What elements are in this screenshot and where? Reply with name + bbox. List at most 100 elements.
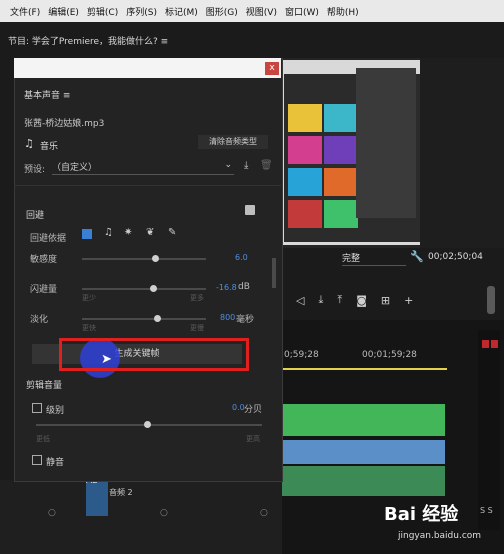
add-icon[interactable]: + bbox=[404, 294, 413, 307]
fades-knob[interactable] bbox=[154, 315, 161, 322]
fit-dropdown[interactable]: 完整 bbox=[342, 251, 406, 266]
menu-view[interactable]: 视图(V) bbox=[246, 5, 277, 18]
sensitivity-value[interactable]: 6.0 bbox=[235, 253, 248, 262]
chevron-down-icon: ⌄ bbox=[224, 160, 232, 170]
fades-unit: 毫秒 bbox=[236, 315, 255, 325]
sensitivity-label: 敏感度 bbox=[30, 255, 58, 265]
preset-value: （自定义） bbox=[52, 163, 98, 173]
image-tile bbox=[288, 104, 322, 132]
image-tile bbox=[324, 200, 358, 228]
audio-type-label: 音乐 bbox=[40, 142, 59, 152]
image-tile bbox=[288, 168, 322, 196]
save-preset-icon[interactable]: ⤓ bbox=[244, 160, 248, 171]
zoom-handle-icon[interactable]: ○ bbox=[160, 508, 168, 518]
sensitivity-slider[interactable] bbox=[82, 258, 206, 260]
preset-label: 预设: bbox=[24, 165, 46, 175]
image-tile bbox=[324, 136, 358, 164]
panel-header[interactable]: 基本声音 ≡ bbox=[24, 88, 70, 101]
reduction-slider[interactable] bbox=[82, 288, 206, 290]
mouse-cursor-icon: ➤ bbox=[101, 352, 112, 367]
menu-bar: 文件(F) 编辑(E) 剪辑(C) 序列(S) 标记(M) 图形(G) 视图(V… bbox=[0, 0, 504, 22]
fades-slider[interactable] bbox=[82, 318, 206, 320]
mute-checkbox[interactable] bbox=[32, 455, 42, 465]
track-a2-name: 音频 2 bbox=[109, 488, 133, 497]
baidu-logo: Bai 经验 bbox=[384, 504, 459, 525]
menu-clip[interactable]: 剪辑(C) bbox=[87, 5, 118, 18]
delete-preset-icon[interactable]: 🗑 bbox=[260, 160, 273, 171]
program-monitor-title[interactable]: 节目: 学会了Premiere，我能做什么? ≡ bbox=[8, 34, 168, 47]
ambience-duck-icon[interactable]: ❦ bbox=[146, 227, 154, 238]
clip-filename: 张茜-桥边姑娘.mp3 bbox=[24, 119, 105, 129]
dialogue-duck-icon[interactable] bbox=[82, 229, 92, 239]
timecode: 00;02;50;04 bbox=[428, 252, 483, 262]
level-label: 级别 bbox=[46, 406, 65, 416]
audio-clip-1[interactable] bbox=[283, 440, 445, 464]
work-area-bar[interactable] bbox=[282, 368, 447, 370]
preset-dropdown[interactable]: （自定义） ⌄ bbox=[52, 160, 234, 175]
level-knob[interactable] bbox=[144, 421, 151, 428]
meter-solo-labels[interactable]: S S bbox=[480, 506, 493, 515]
timeline-bottom-controls: ○ ○ ○ bbox=[0, 508, 282, 522]
reduction-label: 闪避量 bbox=[30, 285, 58, 295]
clip-volume-title: 剪辑音量 bbox=[26, 381, 63, 391]
scrollbar[interactable] bbox=[487, 286, 495, 314]
ducking-checkbox[interactable] bbox=[245, 205, 255, 215]
level-checkbox[interactable] bbox=[32, 403, 42, 413]
insert-icon[interactable]: ⤓ bbox=[318, 293, 323, 307]
level-value[interactable]: 0.0 bbox=[232, 403, 245, 412]
menu-marker[interactable]: 标记(M) bbox=[165, 5, 198, 18]
level-min-label: 更低 bbox=[36, 435, 50, 443]
ducking-title: 回避 bbox=[26, 211, 45, 221]
zoom-handle-icon[interactable]: ○ bbox=[48, 508, 56, 518]
audio-meter bbox=[478, 330, 500, 530]
zoom-handle-icon[interactable]: ○ bbox=[260, 508, 268, 518]
fades-value[interactable]: 800 bbox=[220, 313, 235, 322]
overwrite-icon[interactable]: ⤒ bbox=[337, 293, 342, 307]
menu-graphics[interactable]: 图形(G) bbox=[206, 5, 238, 18]
image-tile bbox=[324, 168, 358, 196]
camera-icon[interactable]: ◙ bbox=[356, 294, 367, 307]
reduction-max-label: 更多 bbox=[190, 294, 204, 302]
music-note-icon: ♫ bbox=[24, 137, 34, 150]
close-icon[interactable]: x bbox=[265, 62, 279, 75]
right-panel bbox=[420, 58, 504, 248]
reduction-knob[interactable] bbox=[150, 285, 157, 292]
menu-sequence[interactable]: 序列(S) bbox=[126, 5, 157, 18]
ruler-tick: 00;01;59;28 bbox=[362, 350, 417, 360]
monitor-image-right bbox=[356, 68, 416, 218]
unassigned-duck-icon[interactable]: ✎ bbox=[168, 227, 176, 238]
step-back-icon[interactable]: ◁ bbox=[296, 294, 304, 307]
fades-label: 淡化 bbox=[30, 315, 49, 325]
menu-help[interactable]: 帮助(H) bbox=[327, 5, 359, 18]
sfx-duck-icon[interactable]: ✷ bbox=[124, 227, 132, 238]
fades-max-label: 更慢 bbox=[190, 324, 204, 332]
highlight-box bbox=[59, 338, 249, 371]
level-max-label: 更高 bbox=[246, 435, 260, 443]
transport-controls: ◁ ⤓ ⤒ ◙ ⊞ + bbox=[282, 290, 482, 310]
compare-icon[interactable]: ⊞ bbox=[381, 294, 390, 307]
watermark-url: jingyan.baidu.com bbox=[398, 531, 482, 541]
menu-window[interactable]: 窗口(W) bbox=[285, 5, 319, 18]
dialog-titlebar[interactable] bbox=[14, 58, 281, 78]
wrench-icon[interactable]: 🔧 bbox=[410, 250, 424, 263]
menu-file[interactable]: 文件(F) bbox=[10, 5, 40, 18]
mute-label: 静音 bbox=[46, 458, 65, 468]
reduction-value[interactable]: -16.8 bbox=[216, 283, 237, 292]
video-clip[interactable] bbox=[283, 404, 445, 436]
dialog-scrollbar[interactable] bbox=[272, 258, 276, 288]
divider bbox=[14, 185, 281, 186]
clear-audio-type-button[interactable]: 清除音频类型 bbox=[198, 135, 268, 149]
meter-peak bbox=[491, 340, 498, 348]
fades-min-label: 更快 bbox=[82, 324, 96, 332]
image-tile bbox=[288, 200, 322, 228]
meter-peak bbox=[482, 340, 489, 348]
image-tile bbox=[288, 136, 322, 164]
image-tile bbox=[324, 104, 358, 132]
reduction-unit: dB bbox=[238, 282, 250, 292]
timeline-ruler[interactable]: 0;59;28 00;01;59;28 bbox=[282, 350, 447, 364]
menu-edit[interactable]: 编辑(E) bbox=[48, 5, 79, 18]
music-duck-icon[interactable]: ♫ bbox=[104, 227, 113, 238]
ruler-tick: 0;59;28 bbox=[284, 350, 319, 360]
level-unit: 分贝 bbox=[244, 405, 263, 415]
sensitivity-knob[interactable] bbox=[152, 255, 159, 262]
